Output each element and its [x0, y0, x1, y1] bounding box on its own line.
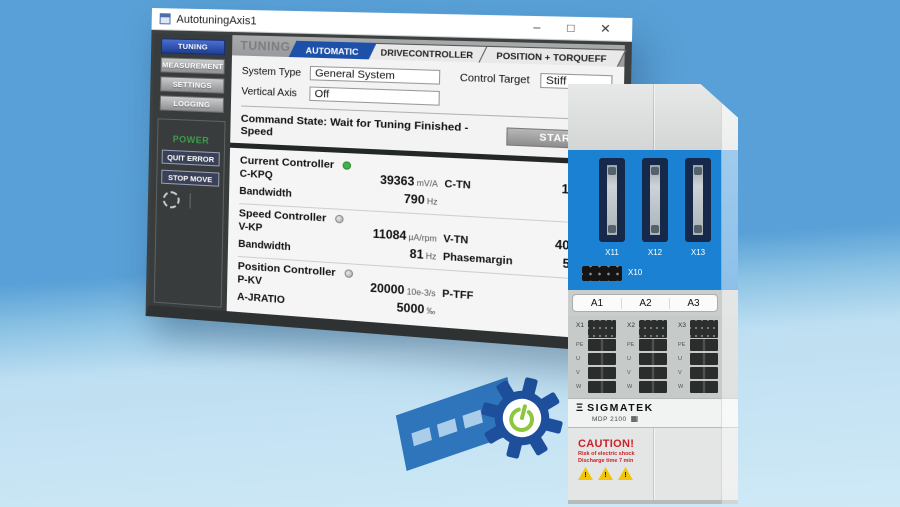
terminal-column-x3: X3 PE U V W [678, 320, 720, 398]
device-bottom-housing: CAUTION! Risk of electric shock Discharg… [568, 428, 738, 500]
connector-pins [693, 165, 703, 235]
channel-label-a2: A2 [621, 298, 669, 309]
system-type-input[interactable]: General System [310, 66, 441, 85]
divider [189, 193, 190, 208]
pin-block [588, 320, 616, 338]
control-target-label: Control Target [460, 72, 541, 86]
pin-block [690, 320, 718, 338]
app-icon [160, 13, 171, 24]
vertical-axis-input[interactable]: Off [309, 86, 440, 105]
autotuning-window: AutotuningAxis1 – □ ✕ TUNING MEASUREMENT… [146, 8, 633, 353]
stop-move-button[interactable]: STOP MOVE [161, 170, 219, 187]
terminal-slot [639, 339, 667, 351]
device-side-face [721, 84, 738, 504]
connector-label-x12: X12 [642, 248, 668, 257]
warning-triangle-icon: ! [578, 467, 593, 480]
caution-line2: Discharge time 7 min [578, 458, 662, 464]
connector-x13 [685, 158, 711, 242]
system-type-label: System Type [242, 65, 310, 78]
terminal-slot [588, 367, 616, 379]
gear-power-logo [396, 374, 566, 476]
window-title: AutotuningAxis1 [176, 13, 520, 33]
sidebar-item-measurement[interactable]: MEASUREMENT [161, 57, 225, 74]
status-led-green [343, 161, 352, 170]
tab-automatic[interactable]: AUTOMATIC [289, 41, 377, 60]
terminal-column-x1: X1 PE U V W [576, 320, 618, 398]
terminal-slot [639, 381, 667, 393]
main-content: TUNING AUTOMATIC DRIVECONTROLLER POSITIO… [227, 35, 625, 341]
status-led-gray [344, 269, 353, 278]
status-led-gray [335, 214, 344, 223]
gear-icon [478, 374, 566, 462]
rotation-circle-icon [163, 191, 180, 209]
sidebar-item-settings[interactable]: SETTINGS [160, 76, 224, 93]
brand-name: SIGMATEK [587, 402, 654, 414]
vertical-axis-label: Vertical Axis [241, 86, 309, 100]
channel-strip: A1 A2 A3 [568, 290, 738, 316]
pin-block [639, 320, 667, 338]
terminal-slot [690, 353, 718, 365]
tab-position-torqueff[interactable]: POSITION + TORQUEFF [478, 46, 626, 67]
warning-triangle-icon: ! [598, 467, 613, 480]
terminal-slot [690, 381, 718, 393]
sigmatek-logo-icon: Ξ [576, 403, 583, 413]
connector-x11 [599, 158, 625, 242]
terminal-id: X2 [627, 320, 639, 329]
terminal-slot [639, 367, 667, 379]
sidebar-item-tuning[interactable]: TUNING [161, 38, 225, 55]
maximize-button[interactable]: □ [554, 21, 589, 35]
channel-label-a1: A1 [573, 298, 621, 309]
sidebar-item-logging[interactable]: LOGGING [160, 95, 224, 113]
power-button[interactable]: POWER [173, 134, 210, 146]
sigmatek-mdp2100-device: X11 X12 X13 X10 A1 A2 A3 X1 PE U V W X2 [568, 84, 738, 504]
caution-label: CAUTION! Risk of electric shock Discharg… [578, 438, 662, 480]
device-top-housing [568, 84, 738, 150]
connector-x12 [642, 158, 668, 242]
terminal-slot [690, 367, 718, 379]
device-blue-panel: X11 X12 X13 X10 [568, 150, 738, 290]
terminal-id: X1 [576, 320, 588, 329]
section-title: TUNING [240, 38, 291, 54]
connector-pins [650, 165, 660, 235]
command-state-text: Command State: Wait for Tuning Finished … [240, 113, 506, 149]
model-number: MDP 2100 [592, 416, 627, 423]
close-button[interactable]: ✕ [588, 21, 623, 36]
spin-indicator [161, 191, 219, 211]
qr-code-icon: ▦ [631, 415, 639, 423]
board-slot-icon [437, 418, 457, 437]
connector-label-x11: X11 [599, 248, 625, 257]
terminal-id: X3 [678, 320, 690, 329]
sidebar: TUNING MEASUREMENT SETTINGS LOGGING POWE… [149, 33, 233, 311]
caution-title: CAUTION! [578, 438, 662, 450]
terminal-section: X1 PE U V W X2 PE U V W X3 PE U V [568, 316, 738, 398]
terminal-slot [690, 339, 718, 351]
connector-pins [607, 165, 617, 235]
terminal-slot [588, 353, 616, 365]
minimize-button[interactable]: – [520, 21, 554, 35]
board-slot-icon [411, 427, 431, 446]
terminal-slot [588, 339, 616, 351]
connector-x10 [582, 266, 622, 281]
terminal-slot [639, 353, 667, 365]
caution-line1: Risk of electric shock [578, 451, 662, 457]
connector-label-x13: X13 [685, 248, 711, 257]
housing-seam [653, 84, 654, 150]
device-base-edge [568, 500, 738, 504]
terminal-column-x2: X2 PE U V W [627, 320, 669, 398]
channel-label-a3: A3 [669, 298, 717, 309]
tab-drivecontroller[interactable]: DRIVECONTROLLER [363, 43, 492, 63]
connector-label-x10: X10 [628, 268, 642, 277]
terminal-slot [588, 381, 616, 393]
brand-section: Ξ SIGMATEK MDP 2100 ▦ [568, 398, 738, 428]
controller-parameters: Current Controller C-KPQ 39363mV/A C-TN … [227, 148, 623, 341]
axis-control-panel: POWER QUIT ERROR STOP MOVE [154, 118, 226, 307]
warning-triangle-icon: ! [618, 467, 633, 480]
quit-error-button[interactable]: QUIT ERROR [162, 150, 220, 167]
